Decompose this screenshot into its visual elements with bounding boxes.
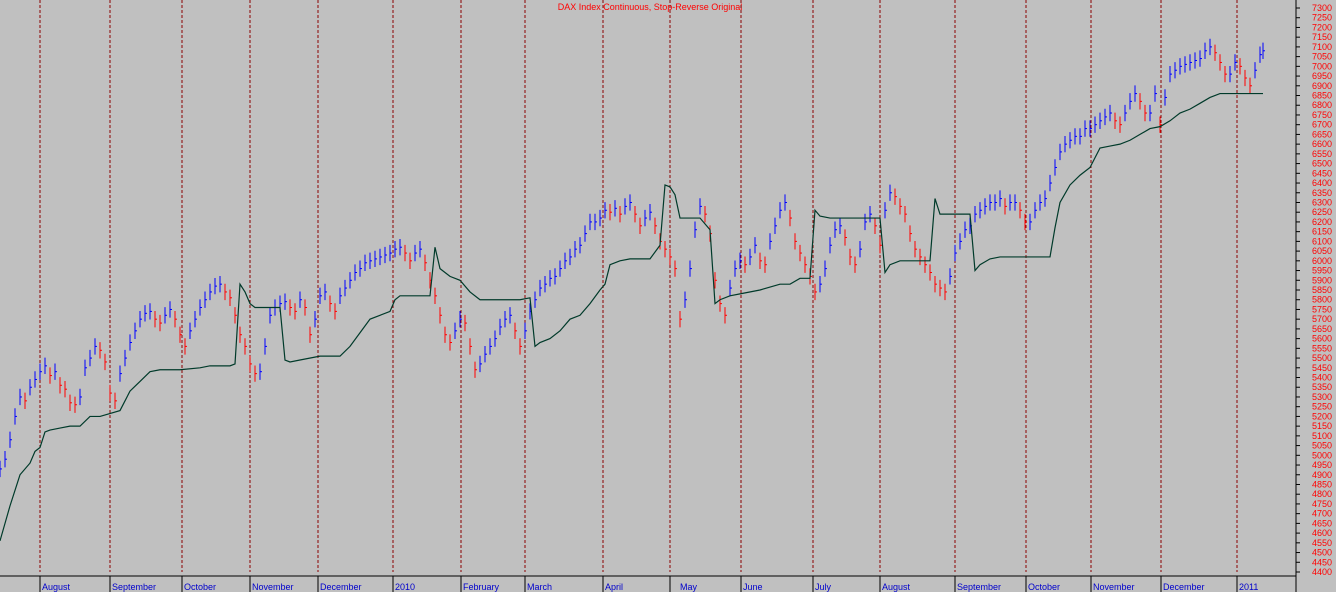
y-tick-label: 6150 [1312, 227, 1332, 237]
y-tick-label: 4850 [1312, 479, 1332, 489]
y-tick-label: 6450 [1312, 168, 1332, 178]
y-tick-label: 6250 [1312, 207, 1332, 217]
y-tick-label: 6500 [1312, 159, 1332, 169]
x-tick-label: May [680, 582, 698, 592]
y-tick-label: 6200 [1312, 217, 1332, 227]
x-tick-label: December [1163, 582, 1205, 592]
x-tick-label: August [42, 582, 71, 592]
y-tick-label: 4450 [1312, 557, 1332, 567]
y-tick-label: 6800 [1312, 100, 1332, 110]
x-tick-label: October [184, 582, 216, 592]
y-tick-label: 5550 [1312, 343, 1332, 353]
y-tick-label: 5900 [1312, 275, 1332, 285]
x-tick-label: July [815, 582, 832, 592]
y-tick-label: 4600 [1312, 528, 1332, 538]
y-tick-label: 6550 [1312, 149, 1332, 159]
y-tick-label: 6600 [1312, 139, 1332, 149]
y-tick-label: 7250 [1312, 13, 1332, 23]
y-tick-label: 6950 [1312, 71, 1332, 81]
x-tick-label: February [463, 582, 500, 592]
y-tick-label: 5800 [1312, 295, 1332, 305]
y-tick-label: 7050 [1312, 52, 1332, 62]
x-tick-label: December [320, 582, 362, 592]
chart-title: DAX Index Continuous, Stop-Reverse Origi… [558, 2, 743, 12]
y-tick-label: 5400 [1312, 373, 1332, 383]
y-tick-label: 6850 [1312, 91, 1332, 101]
dax-chart: DAX Index Continuous, Stop-Reverse Origi… [0, 0, 1336, 592]
x-tick-label: August [882, 582, 911, 592]
y-tick-label: 4550 [1312, 538, 1332, 548]
y-tick-label: 4750 [1312, 499, 1332, 509]
y-tick-label: 5450 [1312, 363, 1332, 373]
x-tick-label: April [605, 582, 623, 592]
y-tick-label: 5950 [1312, 266, 1332, 276]
y-tick-label: 5250 [1312, 402, 1332, 412]
x-tick-label: 2010 [395, 582, 415, 592]
y-tick-label: 4950 [1312, 460, 1332, 470]
y-tick-label: 5200 [1312, 411, 1332, 421]
x-tick-label: September [112, 582, 156, 592]
y-tick-label: 7200 [1312, 22, 1332, 32]
y-tick-label: 5600 [1312, 334, 1332, 344]
x-tick-label: October [1028, 582, 1060, 592]
y-tick-label: 4700 [1312, 509, 1332, 519]
y-tick-label: 5100 [1312, 431, 1332, 441]
y-tick-label: 5650 [1312, 324, 1332, 334]
y-tick-label: 6400 [1312, 178, 1332, 188]
y-tick-label: 5850 [1312, 285, 1332, 295]
y-tick-label: 6750 [1312, 110, 1332, 120]
y-tick-label: 6700 [1312, 120, 1332, 130]
y-tick-label: 7100 [1312, 42, 1332, 52]
x-tick-label: March [527, 582, 552, 592]
y-tick-label: 7150 [1312, 32, 1332, 42]
y-tick-label: 6050 [1312, 246, 1332, 256]
y-tick-label: 7300 [1312, 3, 1332, 13]
y-tick-label: 6000 [1312, 256, 1332, 266]
y-tick-label: 4900 [1312, 470, 1332, 480]
y-tick-label: 5350 [1312, 382, 1332, 392]
y-tick-label: 7000 [1312, 61, 1332, 71]
y-tick-label: 6100 [1312, 236, 1332, 246]
y-tick-label: 5150 [1312, 421, 1332, 431]
y-tick-label: 6350 [1312, 188, 1332, 198]
x-tick-label: November [1093, 582, 1135, 592]
chart-canvas: DAX Index Continuous, Stop-Reverse Origi… [0, 0, 1332, 592]
stop-reverse-line [0, 92, 1263, 542]
y-tick-label: 6300 [1312, 197, 1332, 207]
y-tick-label: 5700 [1312, 314, 1332, 324]
y-tick-label: 4500 [1312, 548, 1332, 558]
x-tick-label: June [743, 582, 763, 592]
y-tick-label: 4650 [1312, 518, 1332, 528]
x-tick-label: November [252, 582, 294, 592]
y-tick-label: 5300 [1312, 392, 1332, 402]
y-tick-label: 4400 [1312, 567, 1332, 577]
y-tick-label: 4800 [1312, 489, 1332, 499]
y-tick-label: 5000 [1312, 450, 1332, 460]
y-tick-label: 6900 [1312, 81, 1332, 91]
y-tick-label: 5750 [1312, 304, 1332, 314]
x-tick-label: September [957, 582, 1001, 592]
y-tick-label: 5050 [1312, 441, 1332, 451]
y-tick-label: 5500 [1312, 353, 1332, 363]
x-tick-label: 2011 [1239, 582, 1258, 592]
y-tick-label: 6650 [1312, 129, 1332, 139]
